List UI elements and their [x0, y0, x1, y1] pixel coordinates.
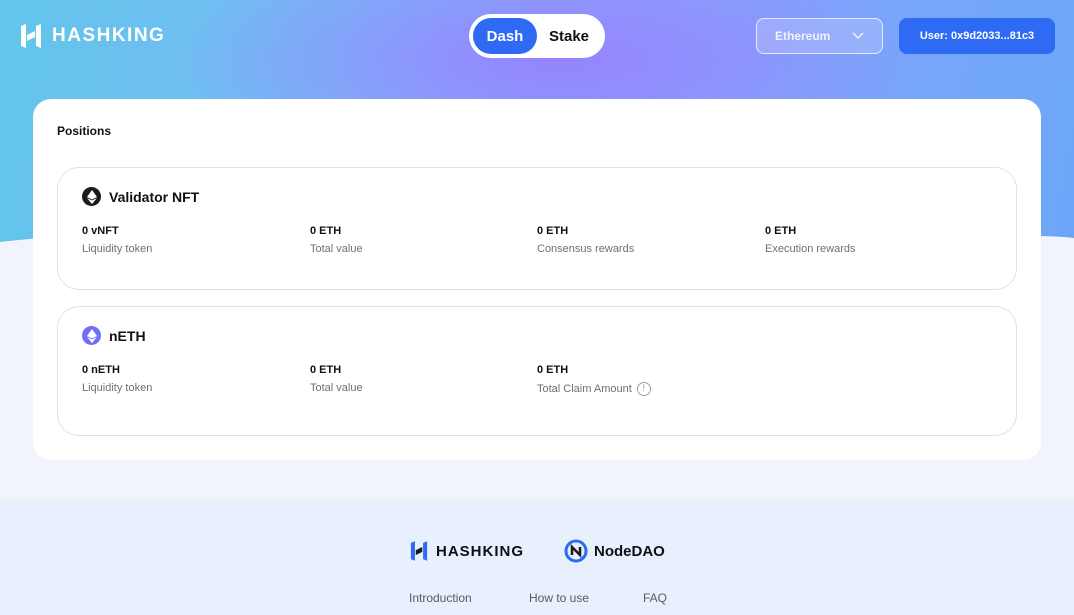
- network-select[interactable]: Ethereum: [756, 18, 883, 54]
- stat-consensus-rewards: 0 ETH Consensus rewards: [537, 225, 634, 255]
- positions-panel: Positions Validator NFT 0 vNFT Liquidity…: [33, 99, 1041, 460]
- footer-logo-text: HASHKING: [436, 542, 525, 560]
- tab-stake[interactable]: Stake: [537, 18, 601, 54]
- hashking-logo-icon: [410, 541, 428, 561]
- stat-liquidity-token: 0 nETH Liquidity token: [82, 364, 152, 394]
- stat-total-value: 0 ETH Total value: [310, 364, 363, 394]
- stat-label: Total value: [310, 243, 363, 255]
- stat-label: Liquidity token: [82, 382, 153, 394]
- footer-link-how-to-use[interactable]: How to use: [529, 591, 589, 605]
- stat-label: Total Claim Amount: [537, 383, 632, 395]
- position-name: nETH: [109, 327, 146, 344]
- stat-total-claim-amount: 0 ETH Total Claim Amount !: [537, 364, 651, 396]
- stat-value: 0 ETH: [537, 225, 569, 237]
- hashking-logo-icon: [21, 24, 41, 48]
- stat-execution-rewards: 0 ETH Execution rewards: [765, 225, 856, 255]
- stat-value: 0 ETH: [765, 225, 797, 237]
- ethereum-icon: [82, 187, 101, 206]
- stat-value: 0 ETH: [310, 225, 342, 237]
- position-header: nETH: [82, 326, 146, 345]
- footer-link-introduction[interactable]: Introduction: [409, 591, 472, 605]
- positions-title: Positions: [57, 124, 112, 138]
- stat-label: Consensus rewards: [537, 243, 635, 255]
- stat-value: 0 vNFT: [82, 225, 119, 237]
- chevron-down-icon: [852, 32, 864, 40]
- neth-icon: [82, 326, 101, 345]
- stat-label: Execution rewards: [765, 243, 856, 255]
- stat-value: 0 nETH: [82, 364, 120, 376]
- footer-link-faq[interactable]: FAQ: [643, 591, 667, 605]
- footer-logo-hashking[interactable]: HASHKING: [408, 538, 524, 564]
- position-card-validator-nft: Validator NFT 0 vNFT Liquidity token 0 E…: [57, 167, 1017, 290]
- info-icon[interactable]: !: [636, 382, 651, 396]
- footer-logos: HASHKING NodeDAO: [408, 538, 665, 564]
- stat-liquidity-token: 0 vNFT Liquidity token: [82, 225, 152, 255]
- stat-value: 0 ETH: [537, 364, 569, 376]
- brand-name: HASHKING: [52, 25, 166, 46]
- footer-logo-nodedao[interactable]: NodeDAO: [564, 539, 665, 563]
- stat-value: 0 ETH: [310, 364, 342, 376]
- network-selected-value: Ethereum: [775, 29, 831, 43]
- stat-total-value: 0 ETH Total value: [310, 225, 363, 255]
- stat-label: Liquidity token: [82, 243, 153, 255]
- position-header: Validator NFT: [82, 187, 199, 206]
- nodedao-logo-icon: [564, 539, 588, 563]
- footer-links: Introduction How to use FAQ: [0, 591, 1074, 607]
- stat-label-row: Total Claim Amount !: [537, 382, 651, 396]
- footer-logo-text: NodeDAO: [594, 542, 665, 560]
- position-name: Validator NFT: [109, 188, 200, 205]
- user-account-button[interactable]: User: 0x9d2033...81c3: [899, 18, 1055, 54]
- brand-logo[interactable]: HASHKING: [18, 20, 165, 52]
- position-card-neth: nETH 0 nETH Liquidity token 0 ETH Total …: [57, 306, 1017, 436]
- stat-label: Total value: [310, 382, 363, 394]
- tab-dash[interactable]: Dash: [473, 18, 537, 54]
- view-switcher: Dash Stake: [469, 14, 605, 58]
